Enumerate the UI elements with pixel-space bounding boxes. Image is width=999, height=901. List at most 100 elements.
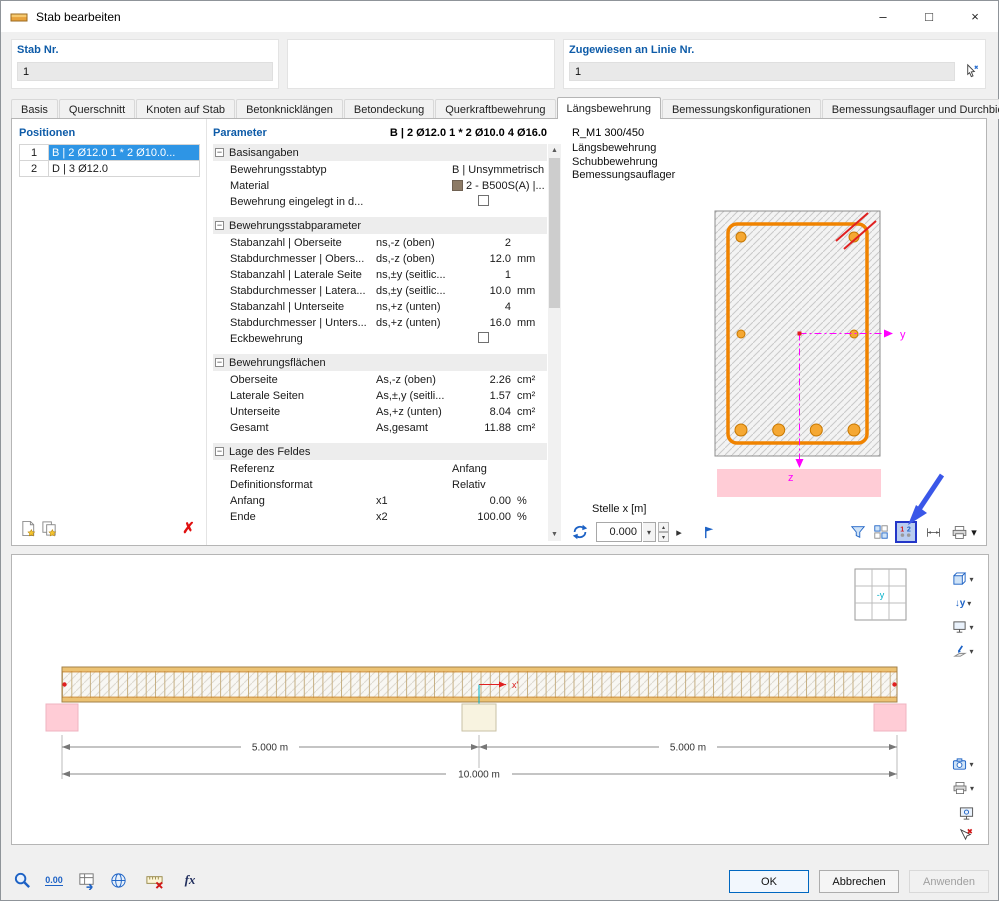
dimension-lines-button[interactable] (922, 521, 944, 543)
scrollbar-thumb[interactable] (549, 158, 560, 308)
filter-button[interactable] (847, 521, 869, 543)
position-row[interactable]: 2D | 3 Ø12.0 (20, 161, 200, 177)
copy-position-button[interactable] (40, 519, 59, 538)
jump-to-graphic-button[interactable] (105, 867, 131, 893)
parameter-row[interactable]: Material 2 - B500S(A) |... (213, 178, 547, 194)
parameter-row[interactable]: Stabanzahl | Laterale Seite ns,±y (seitli… (213, 267, 547, 283)
next-location-button[interactable]: ▸ (672, 524, 686, 540)
scroll-up-icon[interactable]: ▲ (548, 144, 561, 157)
collapse-icon[interactable]: − (215, 358, 224, 367)
cancel-button[interactable]: Abbrechen (819, 870, 899, 893)
parameter-group-header[interactable]: − Bewehrungsflächen (213, 354, 547, 371)
apply-button[interactable]: Anwenden (909, 870, 989, 893)
edit-function-button[interactable]: fx (177, 867, 203, 893)
parameter-value[interactable]: 4 (452, 301, 514, 313)
tab-basis[interactable]: Basis (11, 99, 58, 119)
checkbox[interactable] (477, 195, 489, 206)
parameter-row[interactable]: Bewehrungsstabtyp B | Unsymmetrisch (213, 162, 547, 178)
parameter-row[interactable]: Stabdurchmesser | Unters... ds,+z (unten)… (213, 315, 547, 331)
collapse-icon[interactable]: − (215, 148, 224, 157)
parameter-row[interactable]: Laterale Seiten As,±,y (seitli... 1.57 cm² (213, 388, 547, 404)
select-in-table-button[interactable] (73, 867, 99, 893)
stepper-up-icon[interactable]: ▴ (658, 522, 669, 532)
checkbox[interactable] (477, 332, 489, 343)
rebar-position-numbers-button[interactable]: 1 2 (895, 521, 917, 543)
parameter-value[interactable]: 1 (452, 269, 514, 281)
print-graphic-button[interactable]: ▾ (944, 777, 982, 799)
saved-views-button[interactable]: ▾ (944, 753, 982, 775)
tab-betondeckung[interactable]: Betondeckung (343, 99, 435, 119)
parameter-row[interactable]: Stabdurchmesser | Latera... ds,±y (seitli… (213, 283, 547, 299)
parameter-value[interactable]: 1.57 (452, 390, 514, 402)
delete-position-button[interactable]: ✗ (179, 519, 198, 538)
display-options-button[interactable] (870, 521, 892, 543)
position-row[interactable]: 1B | 2 Ø12.0 1 * 2 Ø10.0... (20, 145, 200, 161)
parameter-value[interactable]: 16.0 (452, 317, 514, 329)
view-direction-button[interactable]: ↓y ▾ (944, 592, 982, 614)
ok-button[interactable]: OK (729, 870, 809, 893)
minimize-icon[interactable]: – (860, 1, 906, 32)
parameter-value[interactable]: 10.0 (452, 285, 514, 297)
parameter-group-header[interactable]: − Basisangaben (213, 144, 547, 161)
parameter-row[interactable]: Eckbewehrung (213, 331, 547, 347)
location-x-input[interactable]: 0.000 (596, 522, 642, 542)
chevron-down-icon: ▾ (967, 598, 972, 608)
location-dropdown-icon[interactable]: ▾ (643, 522, 656, 542)
parameter-group-header[interactable]: − Lage des Feldes (213, 443, 547, 460)
apply-location-button[interactable] (698, 521, 720, 543)
cancel-selection-button[interactable] (954, 823, 978, 845)
tab-bemessungskonfigurationen[interactable]: Bemessungskonfigurationen (661, 99, 821, 119)
graphic-settings-button[interactable] (954, 802, 978, 824)
parameter-value[interactable]: 0.00 (452, 495, 514, 507)
parameter-row[interactable]: Oberseite As,-z (oben) 2.26 cm² (213, 372, 547, 388)
parameter-row[interactable]: Bewehrung eingelegt in d... (213, 194, 547, 210)
pick-line-button[interactable] (961, 61, 982, 82)
parameter-scrollbar[interactable]: ▲ ▼ (548, 144, 561, 541)
tab-betonknicklängen[interactable]: Betonknicklängen (236, 99, 343, 119)
decimal-places-button[interactable]: 0.00 (41, 867, 67, 893)
stepper-down-icon[interactable]: ▾ (658, 532, 669, 542)
parameter-value[interactable]: B | Unsymmetrisch (452, 164, 544, 176)
new-position-button[interactable] (19, 519, 38, 538)
tab-längsbewehrung[interactable]: Längsbewehrung (556, 97, 661, 119)
parameter-row[interactable]: Anfang x1 0.00% (213, 493, 547, 509)
parameter-row[interactable]: Definitionsformat Relativ (213, 477, 547, 493)
parameter-value[interactable]: Anfang (452, 463, 514, 475)
parameter-row[interactable]: Gesamt As,gesamt 11.88 cm² (213, 420, 547, 436)
close-icon[interactable]: × (952, 1, 998, 32)
parameter-row[interactable]: Unterseite As,+z (unten) 8.04 cm² (213, 404, 547, 420)
tab-querkraftbewehrung[interactable]: Querkraftbewehrung (435, 99, 556, 119)
parameter-row[interactable]: Stabanzahl | Oberseite ns,-z (oben) 2 (213, 235, 547, 251)
parameter-value[interactable]: 11.88 (452, 422, 514, 434)
delete-dimensions-button[interactable] (141, 867, 167, 893)
parameter-value[interactable]: Relativ (452, 479, 514, 491)
location-stepper[interactable]: ▴ ▾ (658, 522, 669, 542)
tab-knoten-auf-stab[interactable]: Knoten auf Stab (136, 99, 236, 119)
print-button[interactable] (948, 521, 970, 543)
parameter-row[interactable]: Stabdurchmesser | Obers... ds,-z (oben) 12… (213, 251, 547, 267)
parameter-value[interactable]: 2 - B500S(A) |... (452, 180, 545, 192)
print-menu-chevron[interactable]: ▾ (968, 521, 980, 543)
collapse-icon[interactable]: − (215, 447, 224, 456)
parameter-value[interactable]: 8.04 (452, 406, 514, 418)
parameter-row[interactable]: Ende x2 100.00% (213, 509, 547, 525)
display-properties-button[interactable]: ▾ (944, 616, 982, 638)
clipping-button[interactable]: ▾ (944, 640, 982, 662)
parameter-row[interactable]: Stabanzahl | Unterseite ns,+z (unten) 4 (213, 299, 547, 315)
refresh-button[interactable] (569, 521, 591, 543)
tab-querschnitt[interactable]: Querschnitt (58, 99, 136, 119)
stab-nr-input[interactable]: 1 (17, 62, 273, 81)
maximize-icon[interactable]: □ (906, 1, 952, 32)
scroll-down-icon[interactable]: ▼ (548, 528, 561, 541)
parameter-value[interactable]: 100.00 (452, 511, 514, 523)
parameter-group-header[interactable]: − Bewehrungsstabparameter (213, 217, 547, 234)
projection-button[interactable]: ▾ (944, 568, 982, 590)
parameter-value[interactable]: 2 (452, 237, 514, 249)
parameter-value[interactable]: 12.0 (452, 253, 514, 265)
assigned-line-input[interactable]: 1 (569, 62, 955, 81)
tab-bemessungsauflager-und-durchbiegung[interactable]: Bemessungsauflager und Durchbiegung (821, 99, 999, 119)
parameter-value[interactable]: 2.26 (452, 374, 514, 386)
find-object-button[interactable] (9, 867, 35, 893)
parameter-row[interactable]: Referenz Anfang (213, 461, 547, 477)
collapse-icon[interactable]: − (215, 221, 224, 230)
